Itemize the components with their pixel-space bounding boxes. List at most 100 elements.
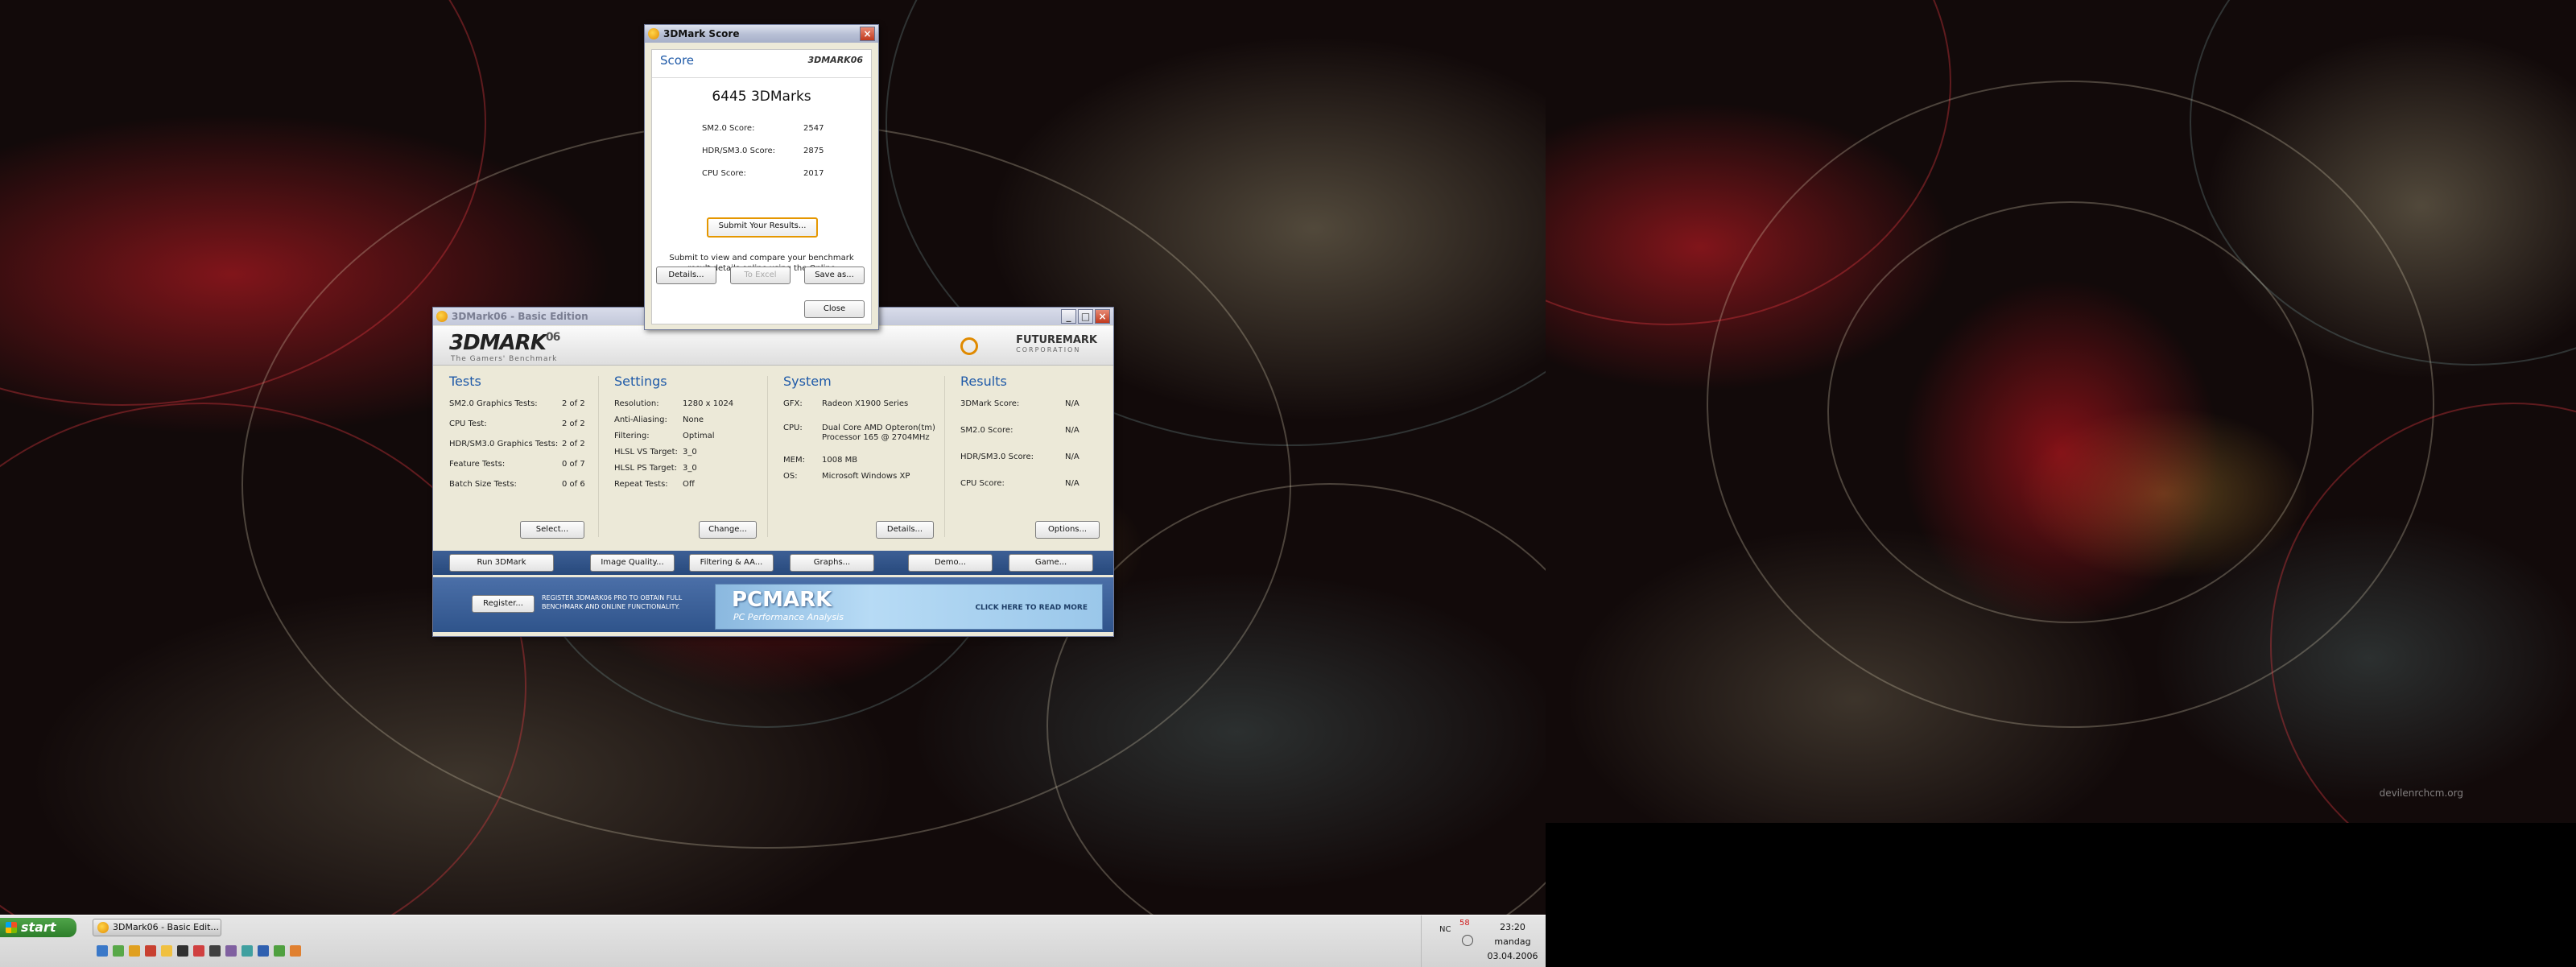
results-row-label: HDR/SM3.0 Score: [960,453,1034,461]
wallpaper-watermark: devilenrchcm.org [2379,787,2463,799]
score-value: 2875 [803,147,824,155]
3dmark-app-icon [436,311,448,322]
brand-header: 3DMARK06 The Gamers' Benchmark FUTUREMAR… [433,326,1113,366]
desktop-wallpaper-right: devilenrchcm.org [1546,0,2576,823]
save-as-button[interactable]: Save as... [804,267,865,284]
app3-icon[interactable] [258,945,269,957]
action-toolbar: Run 3DMark Image Quality... Filtering & … [433,551,1113,575]
system-mem-value: 1008 MB [822,456,858,465]
results-row-label: SM2.0 Score: [960,426,1013,435]
tests-row-label: HDR/SM3.0 Graphics Tests: [449,440,559,448]
clock-day: mandag [1494,936,1531,947]
mail-icon[interactable] [161,945,172,957]
system-section: System GFX: Radeon X1900 Series CPU: Dua… [767,366,944,535]
to-excel-button[interactable]: To Excel [730,267,791,284]
register-button[interactable]: Register... [472,595,535,613]
app2-icon[interactable] [225,945,237,957]
tagline: The Gamers' Benchmark [451,355,558,363]
filtering-aa-button[interactable]: Filtering & AA... [689,554,774,572]
settings-section: Settings Resolution: 1280 x 1024 Anti-Al… [598,366,767,535]
select-tests-button[interactable]: Select... [520,521,584,539]
media-icon[interactable] [145,945,156,957]
system-mem-label: MEM: [783,456,805,465]
system-title: System [783,374,832,389]
app5-icon[interactable] [290,945,301,957]
pcmark-cta[interactable]: CLICK HERE TO READ MORE [975,604,1088,612]
ie-icon[interactable] [97,945,108,957]
results-title: Results [960,374,1007,389]
submit-results-button[interactable]: Submit Your Results... [707,217,818,238]
firefox-icon[interactable] [193,945,204,957]
taskbar: start 3DMark06 - Basic Edit... NC 58 23:… [0,915,1546,967]
system-cpu-label: CPU: [783,424,803,432]
system-os-label: OS: [783,472,798,481]
taskbar-item-3dmark[interactable]: 3DMark06 - Basic Edit... [93,919,221,936]
settings-row-value: Off [683,480,695,489]
pcmark-banner[interactable]: PCMARK PC Performance Analysis CLICK HER… [715,584,1103,630]
minimize-button[interactable]: _ [1061,309,1076,324]
close-dialog-button[interactable]: Close [804,300,865,318]
close-button[interactable]: × [1095,309,1110,324]
change-settings-button[interactable]: Change... [699,521,757,539]
settings-row-label: Repeat Tests: [614,480,668,489]
clock-date: 03.04.2006 [1487,951,1538,961]
options-button[interactable]: Options... [1035,521,1100,539]
details-button[interactable]: Details... [656,267,716,284]
tests-row-value: 0 of 6 [562,480,585,489]
results-row-value: N/A [1065,399,1080,408]
settings-row-value: 1280 x 1024 [683,399,734,408]
3dmark-logo: 3DMARK06 [449,331,560,355]
start-label: start [21,919,56,935]
system-details-button[interactable]: Details... [876,521,934,539]
results-row-value: N/A [1065,479,1080,488]
3dmark-main-window: 3DMark06 - Basic Edition _ □ × 3DMARK06 … [432,307,1114,637]
settings-row-label: HLSL PS Target: [614,464,678,473]
windows-flag-icon [6,922,17,933]
results-section: Results 3DMark Score: N/A SM2.0 Score: N… [944,366,1113,535]
game-button[interactable]: Game... [1009,554,1093,572]
score-dialog: 3DMark Score × Score 3DMARK06 6445 3DMar… [644,24,879,330]
tool-icon[interactable] [209,945,221,957]
dialog-title: 3DMark Score [663,28,740,39]
results-row-value: N/A [1065,426,1080,435]
graphs-button[interactable]: Graphs... [790,554,874,572]
futuremark-logo: FUTUREMARK CORPORATION [1016,334,1097,353]
system-os-value: Microsoft Windows XP [822,472,910,481]
volume-icon[interactable] [1462,935,1473,946]
start-button[interactable]: start [0,918,76,937]
network-icon[interactable] [242,945,253,957]
system-gfx-value: Radeon X1900 Series [822,399,909,408]
run-3dmark-button[interactable]: Run 3DMark [449,554,554,572]
tests-row-label: Batch Size Tests: [449,480,517,489]
score-label: CPU Score: [702,169,746,178]
system-cpu-value: Dual Core AMD Opteron(tm) [822,424,935,432]
demo-button[interactable]: Demo... [908,554,993,572]
maximize-button[interactable]: □ [1078,309,1093,324]
3dmark-app-icon [648,28,659,39]
settings-row-value: 3_0 [683,448,697,457]
register-band: Register... REGISTER 3DMARK06 PRO TO OBT… [433,577,1113,632]
score-label: HDR/SM3.0 Score: [702,147,775,155]
tray-temperature[interactable]: 58 [1459,919,1470,928]
dialog-title-bar[interactable]: 3DMark Score × [645,25,878,43]
tests-section: Tests SM2.0 Graphics Tests: 2 of 2 CPU T… [433,366,594,535]
app4-icon[interactable] [274,945,285,957]
pcmark-title: PCMARK [732,588,832,612]
settings-row-value: Optimal [683,432,715,440]
window-title: 3DMark06 - Basic Edition [452,311,588,322]
tests-row-label: CPU Test: [449,419,487,428]
app-icon[interactable] [113,945,124,957]
dialog-close-icon[interactable]: × [860,27,875,41]
terminal-icon[interactable] [177,945,188,957]
fractal-ring [1827,201,2314,623]
tray-nc[interactable]: NC [1439,925,1451,934]
image-quality-button[interactable]: Image Quality... [590,554,675,572]
tests-row-label: Feature Tests: [449,460,506,469]
score-value: 2017 [803,169,824,178]
folder-icon[interactable] [129,945,140,957]
divider [652,77,871,78]
clock[interactable]: 23:20 mandag 03.04.2006 [1480,920,1546,964]
tests-row-value: 2 of 2 [562,399,585,408]
settings-row-value: 3_0 [683,464,697,473]
futuremark-logo-icon [960,337,978,355]
